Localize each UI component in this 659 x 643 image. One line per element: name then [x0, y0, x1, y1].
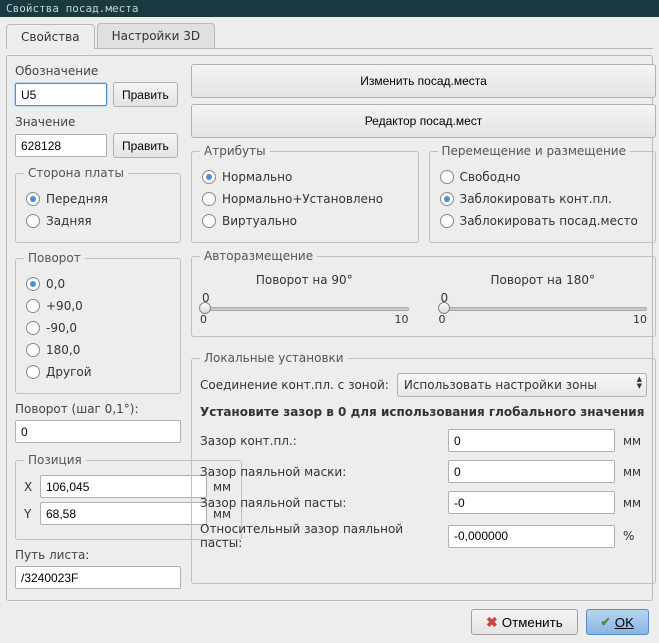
- pos-y-label: Y: [24, 507, 36, 521]
- radio-dot-icon: [202, 192, 216, 206]
- board-side-group: Сторона платы Передняя Задняя: [15, 166, 181, 243]
- rot180-slider[interactable]: [439, 307, 648, 311]
- designation-input[interactable]: [15, 83, 107, 106]
- pos-x-label: X: [24, 480, 36, 494]
- right-column: Изменить посад.места Редактор посад.мест…: [191, 64, 656, 592]
- footprint-editor-button[interactable]: Редактор посад.мест: [191, 104, 656, 138]
- left-column: Обозначение Править Значение Править Сто…: [15, 64, 181, 592]
- rotation-legend: Поворот: [24, 251, 85, 265]
- rot90-value: 0: [202, 291, 409, 305]
- paste-clearance-unit: мм: [623, 496, 647, 510]
- rotation-group: Поворот 0,0 +90,0 -90,0 180,0 Другой: [15, 251, 181, 394]
- move-free-radio[interactable]: Свободно: [438, 166, 648, 188]
- spinner-icon: ▲▼: [637, 376, 642, 390]
- rot180-min: 0: [439, 313, 446, 326]
- autoplace-group: Авторазмещение Поворот на 90° 0 0 10 Пово…: [191, 249, 656, 337]
- rot180-value: 0: [441, 291, 648, 305]
- change-footprint-button[interactable]: Изменить посад.места: [191, 64, 656, 98]
- rotation-step-input[interactable]: [15, 420, 181, 443]
- value-edit-button[interactable]: Править: [113, 133, 178, 158]
- ok-button[interactable]: ✔ OK: [586, 609, 649, 635]
- side-back-radio[interactable]: Задняя: [24, 210, 172, 232]
- rot-0-radio[interactable]: 0,0: [24, 273, 172, 295]
- radio-dot-icon: [26, 321, 40, 335]
- ok-icon: ✔: [601, 615, 611, 629]
- radio-dot-icon: [26, 192, 40, 206]
- tab-properties[interactable]: Свойства: [6, 24, 95, 49]
- attr-virtual-radio[interactable]: Виртуально: [200, 210, 410, 232]
- tab-content: Обозначение Править Значение Править Сто…: [6, 55, 653, 601]
- attributes-legend: Атрибуты: [200, 144, 270, 158]
- rot90-label: Поворот на 90°: [200, 273, 409, 287]
- move-place-legend: Перемещение и размещение: [438, 144, 630, 158]
- designation-edit-button[interactable]: Править: [113, 82, 178, 107]
- move-lock-pad-radio[interactable]: Заблокировать конт.пл.: [438, 188, 648, 210]
- radio-dot-icon: [440, 192, 454, 206]
- sheet-path-label: Путь листа:: [15, 548, 181, 562]
- paste-clearance-label: Зазор паяльной пасты:: [200, 496, 440, 510]
- move-lock-fp-radio[interactable]: Заблокировать посад.место: [438, 210, 648, 232]
- rot90-slider[interactable]: [200, 307, 409, 311]
- sheet-path-input[interactable]: [15, 566, 181, 589]
- paste-ratio-input[interactable]: [448, 525, 615, 548]
- zero-clearance-note: Установите зазор в 0 для использования г…: [200, 405, 647, 419]
- tab-settings-3d[interactable]: Настройки 3D: [97, 23, 215, 48]
- rot-other-radio[interactable]: Другой: [24, 361, 172, 383]
- radio-dot-icon: [440, 170, 454, 184]
- paste-ratio-unit: %: [623, 529, 647, 543]
- slider-thumb-icon: [199, 302, 211, 314]
- board-side-legend: Сторона платы: [24, 166, 128, 180]
- radio-dot-icon: [26, 343, 40, 357]
- pad-clearance-unit: мм: [623, 434, 647, 448]
- radio-dot-icon: [26, 365, 40, 379]
- radio-dot-icon: [440, 214, 454, 228]
- radio-dot-icon: [26, 214, 40, 228]
- attributes-group: Атрибуты Нормально Нормально+Установлено…: [191, 144, 419, 243]
- rotation-step-label: Поворот (шаг 0,1°):: [15, 402, 181, 416]
- rot90-max: 10: [395, 313, 409, 326]
- pos-x-input[interactable]: [40, 475, 207, 498]
- cancel-icon: ✖: [486, 614, 498, 631]
- tab-bar: Свойства Настройки 3D: [6, 23, 653, 49]
- autoplace-legend: Авторазмещение: [200, 249, 317, 263]
- position-legend: Позиция: [24, 453, 86, 467]
- rot-180-radio[interactable]: 180,0: [24, 339, 172, 361]
- paste-ratio-label: Относительный зазор паяльной пасты:: [200, 522, 440, 550]
- value-label: Значение: [15, 115, 181, 129]
- title-bar: Свойства посад.места: [0, 0, 659, 17]
- radio-dot-icon: [202, 214, 216, 228]
- mask-clearance-input[interactable]: [448, 460, 615, 483]
- cancel-button[interactable]: ✖ Отменить: [471, 609, 578, 635]
- dialog-button-bar: ✖ Отменить ✔ OK: [6, 601, 653, 637]
- mask-clearance-unit: мм: [623, 465, 647, 479]
- rot-p90-radio[interactable]: +90,0: [24, 295, 172, 317]
- slider-thumb-icon: [438, 302, 450, 314]
- zone-conn-select[interactable]: Использовать настройки зоны ▲▼: [397, 373, 647, 397]
- rot-m90-radio[interactable]: -90,0: [24, 317, 172, 339]
- window-title: Свойства посад.места: [6, 2, 138, 15]
- local-settings-group: Локальные установки Соединение конт.пл. …: [191, 351, 656, 584]
- zone-conn-label: Соединение конт.пл. с зоной:: [200, 378, 389, 392]
- paste-clearance-input[interactable]: [448, 491, 615, 514]
- radio-dot-icon: [202, 170, 216, 184]
- radio-dot-icon: [26, 299, 40, 313]
- designation-label: Обозначение: [15, 64, 181, 78]
- rot90-min: 0: [200, 313, 207, 326]
- radio-dot-icon: [26, 277, 40, 291]
- mask-clearance-label: Зазор паяльной маски:: [200, 465, 440, 479]
- rot180-max: 10: [633, 313, 647, 326]
- attr-normal-radio[interactable]: Нормально: [200, 166, 410, 188]
- dialog-body: Свойства Настройки 3D Обозначение Правит…: [0, 17, 659, 643]
- attr-normal-installed-radio[interactable]: Нормально+Установлено: [200, 188, 410, 210]
- side-front-radio[interactable]: Передняя: [24, 188, 172, 210]
- pad-clearance-label: Зазор конт.пл.:: [200, 434, 440, 448]
- local-settings-legend: Локальные установки: [200, 351, 348, 365]
- move-place-group: Перемещение и размещение Свободно Заблок…: [429, 144, 657, 243]
- pad-clearance-input[interactable]: [448, 429, 615, 452]
- pos-y-input[interactable]: [40, 502, 207, 525]
- rot180-label: Поворот на 180°: [439, 273, 648, 287]
- value-input[interactable]: [15, 134, 107, 157]
